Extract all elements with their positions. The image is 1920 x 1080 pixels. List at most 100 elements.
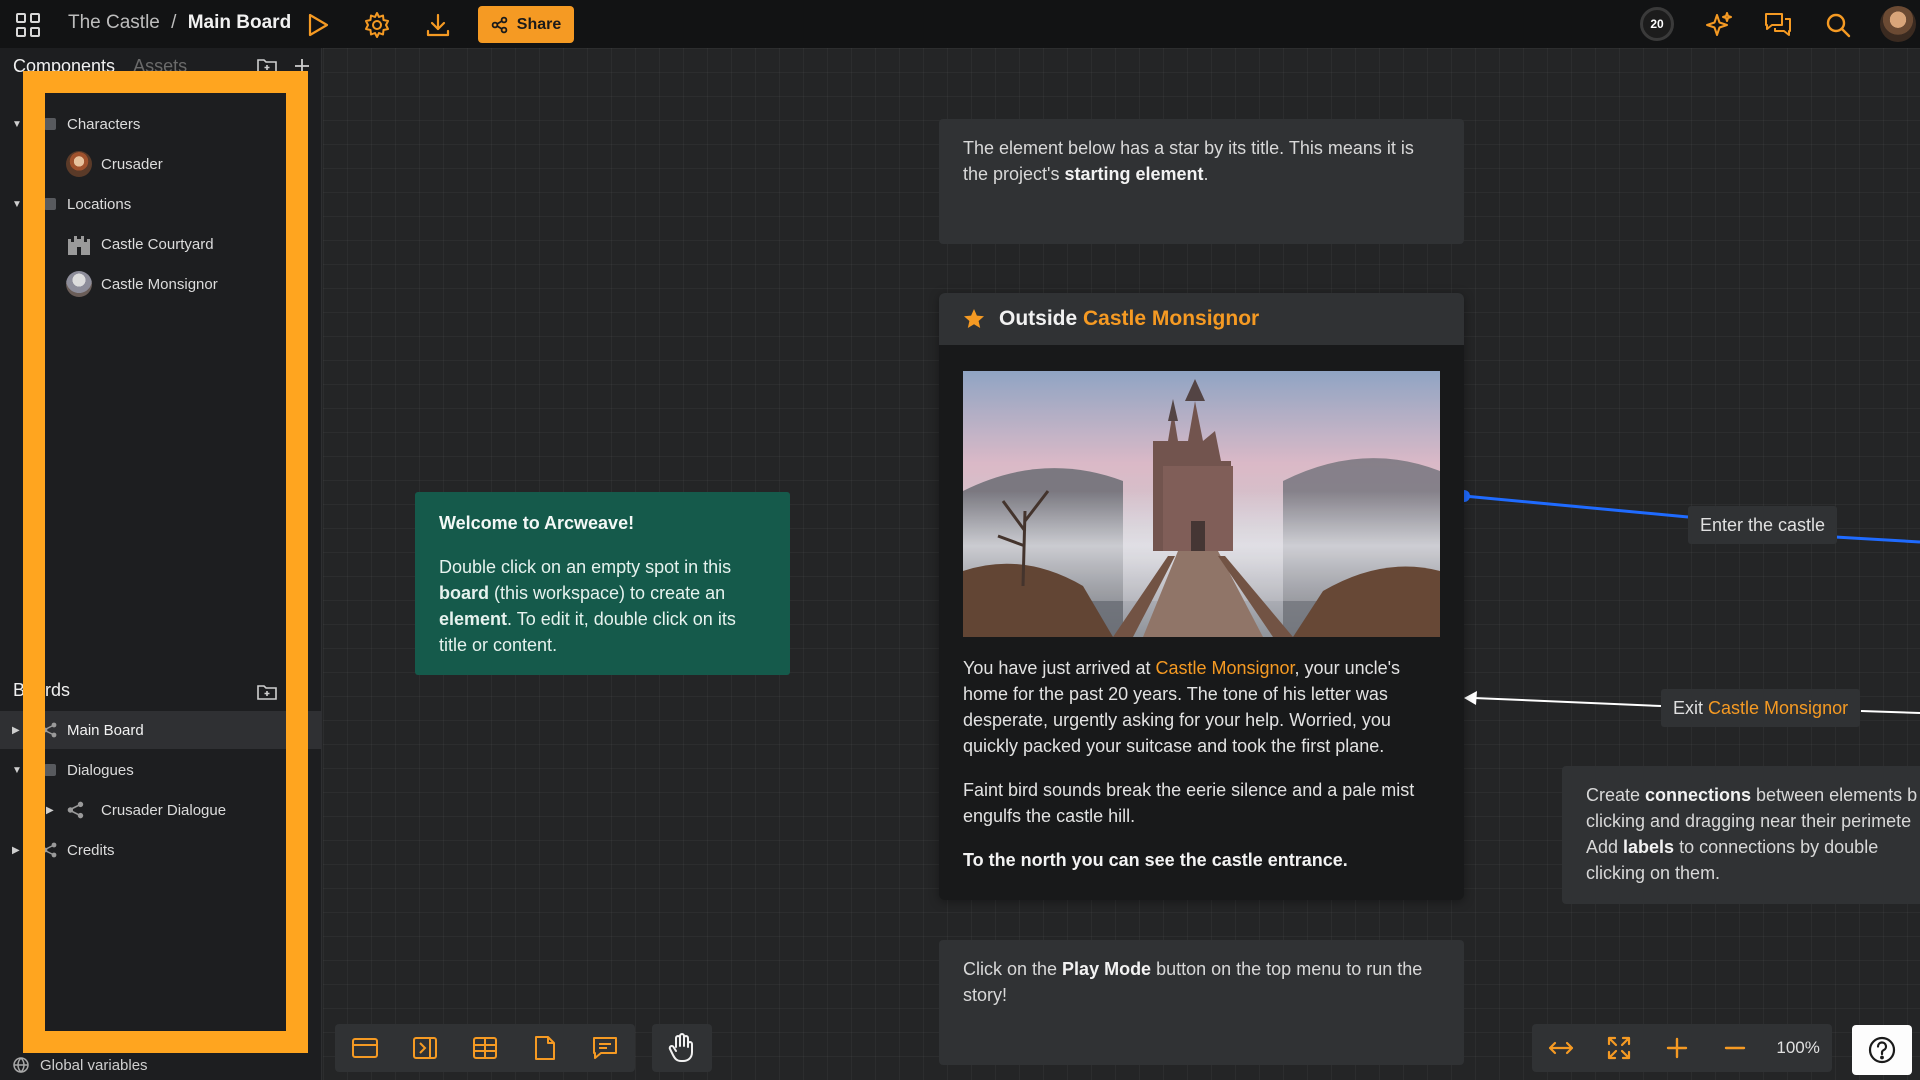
add-note-button[interactable] (515, 1024, 575, 1072)
sidebar: Components Assets ▼ Characters Crusader … (0, 48, 322, 1080)
element-outside-castle[interactable]: Outside Castle Monsignor You have just a… (939, 293, 1464, 900)
connection-label-exit[interactable]: Exit Castle Monsignor (1661, 689, 1861, 727)
play-icon (308, 13, 329, 37)
user-avatar[interactable] (1880, 6, 1916, 42)
pan-tool-button[interactable] (652, 1024, 712, 1072)
tab-components[interactable]: Components (13, 56, 115, 77)
note-connections[interactable]: Create connections between elements b cl… (1562, 766, 1920, 904)
table-icon (473, 1037, 497, 1059)
credits-badge[interactable]: 20 (1640, 7, 1674, 41)
caret-right-icon[interactable]: ▶ (46, 805, 54, 816)
welcome-text-part: Double click on an empty spot in this (439, 557, 732, 577)
note-text: . (1203, 164, 1209, 184)
note-line: Add labels to connections by double (1586, 834, 1896, 860)
note-line: clicking and dragging near their perimet… (1586, 811, 1912, 831)
boards-title: Boards (13, 680, 71, 700)
element-title-prefix: Outside (999, 307, 1084, 330)
jumper-icon (413, 1037, 437, 1059)
connection-label-enter[interactable]: Enter the castle (1688, 506, 1838, 544)
breadcrumb-separator: / (171, 12, 177, 33)
pan-toolbar (652, 1024, 712, 1072)
new-folder-button[interactable] (256, 56, 278, 76)
new-board-folder-button[interactable] (256, 682, 278, 702)
fit-screen-button[interactable] (1590, 1024, 1648, 1072)
search-button[interactable] (1822, 9, 1854, 41)
expand-icon (1607, 1036, 1631, 1060)
tree-component-castle-monsignor[interactable]: Castle Monsignor (0, 265, 322, 303)
zoom-in-button[interactable] (1648, 1024, 1706, 1072)
tree-component-castle-courtyard[interactable]: Castle Courtyard (0, 225, 322, 263)
breadcrumb-project[interactable]: The Castle (68, 12, 160, 33)
help-button[interactable] (1852, 1025, 1912, 1075)
plus-icon (295, 59, 309, 73)
welcome-note[interactable]: Welcome to Arcweave! Double click on an … (415, 492, 790, 675)
apps-grid-icon[interactable] (14, 11, 42, 39)
element-text: You have just arrived at (963, 658, 1156, 678)
tree-label: Main Board (67, 721, 144, 739)
welcome-bold: board (439, 583, 490, 603)
tree-board-credits[interactable]: ▶ Credits (0, 831, 322, 869)
tree-label: Locations (67, 195, 132, 213)
folder-icon (44, 764, 56, 776)
plus-icon (1666, 1037, 1688, 1059)
breadcrumb-board: Main Board (187, 12, 292, 33)
element-paragraph: You have just arrived at Castle Monsigno… (963, 655, 1440, 759)
crusader-avatar (66, 151, 92, 177)
minus-icon (1725, 1046, 1746, 1050)
download-icon (426, 13, 450, 37)
note-text: Click on the (963, 959, 1063, 979)
caret-down-icon[interactable]: ▼ (12, 765, 22, 776)
play-mode-button[interactable] (303, 10, 333, 40)
note-text: to connections by double (1674, 837, 1879, 857)
add-element-button[interactable] (335, 1024, 395, 1072)
zoom-out-button[interactable] (1706, 1024, 1764, 1072)
element-title-link[interactable]: Castle Monsignor (1083, 307, 1259, 330)
note-starting-element[interactable]: The element below has a star by its titl… (939, 119, 1464, 244)
connection-label-link[interactable]: Castle Monsignor (1708, 698, 1848, 719)
comments-button[interactable] (1762, 9, 1794, 41)
connection-label-prefix: Exit (1673, 697, 1704, 718)
element-paragraph-bold: To the north you can see the castle entr… (963, 850, 1348, 870)
ai-assistant-button[interactable] (1703, 9, 1735, 41)
sidebar-tabs: Components Assets (13, 56, 187, 77)
add-branch-button[interactable] (455, 1024, 515, 1072)
element-title[interactable]: Outside Castle Monsignor (939, 293, 1464, 345)
add-component-button[interactable] (292, 56, 312, 76)
tree-component-crusader[interactable]: Crusader (0, 145, 322, 183)
tree-label: Crusader (101, 155, 163, 173)
castle-monsignor-thumb (66, 271, 92, 297)
caret-down-icon[interactable]: ▼ (12, 199, 22, 210)
add-jumper-button[interactable] (395, 1024, 455, 1072)
zoom-level[interactable]: 100% (1764, 1038, 1832, 1058)
settings-button[interactable] (362, 10, 392, 40)
caret-right-icon[interactable]: ▶ (12, 725, 20, 736)
element-link[interactable]: Castle Monsignor (1155, 658, 1294, 678)
element-content[interactable]: You have just arrived at Castle Monsigno… (963, 655, 1440, 891)
tree-board-crusader-dialogue[interactable]: ▶ Crusader Dialogue (0, 791, 322, 829)
note-play-mode[interactable]: Click on the Play Mode button on the top… (939, 940, 1464, 1065)
folder-plus-icon (257, 685, 277, 700)
caret-down-icon[interactable]: ▼ (12, 119, 22, 130)
search-icon (1826, 13, 1851, 38)
tree-label: Castle Courtyard (101, 235, 214, 253)
tree-label: Castle Monsignor (101, 275, 218, 293)
zoom-toolbar: 100% (1532, 1024, 1832, 1072)
tab-assets[interactable]: Assets (133, 56, 187, 77)
share-icon (491, 16, 508, 33)
element-icon (352, 1038, 378, 1058)
export-button[interactable] (423, 10, 453, 40)
create-toolbar (335, 1024, 635, 1072)
fit-width-button[interactable] (1532, 1024, 1590, 1072)
global-variables-button[interactable]: Global variables (0, 1050, 322, 1080)
share-label: Share (516, 15, 562, 33)
chat-icon (1765, 13, 1791, 36)
tree-folder-characters[interactable]: ▼ Characters (0, 105, 322, 143)
share-button[interactable]: Share (478, 6, 574, 43)
add-comment-button[interactable] (575, 1024, 635, 1072)
tree-board-folder-dialogues[interactable]: ▼ Dialogues (0, 751, 322, 789)
tree-board-main-board[interactable]: ▶ Main Board (0, 711, 322, 749)
tree-folder-locations[interactable]: ▼ Locations (0, 185, 322, 223)
folder-icon (44, 118, 56, 130)
caret-right-icon[interactable]: ▶ (12, 845, 20, 856)
note-bold: connections (1645, 785, 1752, 805)
